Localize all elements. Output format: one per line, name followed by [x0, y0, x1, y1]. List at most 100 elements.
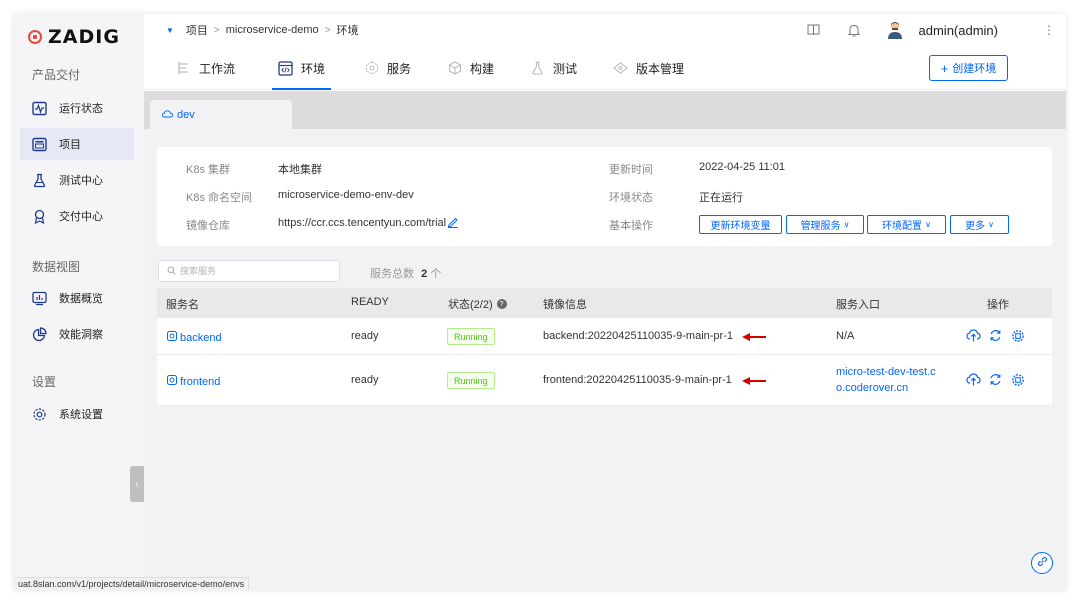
- config-gear-icon[interactable]: [1010, 328, 1025, 343]
- env-tab-dev[interactable]: dev: [150, 100, 292, 129]
- tab-build[interactable]: 构建: [447, 46, 494, 90]
- tab-environment[interactable]: 环境: [271, 46, 332, 90]
- top-right-actions: admin(admin) ⋮: [807, 14, 1066, 46]
- logo[interactable]: ZADIG: [28, 24, 120, 50]
- table-row: frontend ready Running frontend:20220425…: [157, 355, 1052, 406]
- tab-test[interactable]: 测试: [530, 46, 577, 90]
- namespace-label: K8s 命名空间: [186, 192, 253, 204]
- avatar[interactable]: [887, 21, 903, 39]
- sidebar-item-label: 测试中心: [59, 175, 103, 187]
- upgrade-icon[interactable]: [966, 372, 981, 387]
- user-name[interactable]: admin(admin): [919, 23, 998, 38]
- breadcrumb-root[interactable]: 项目: [186, 22, 208, 38]
- upgrade-icon[interactable]: [966, 328, 981, 343]
- service-count-label: 服务总数: [370, 268, 414, 280]
- entry-link[interactable]: micro-test-dev-test.c o.coderover.cn: [836, 364, 936, 396]
- breadcrumb-separator: >: [324, 24, 331, 36]
- status-badge: Running: [447, 328, 495, 345]
- tab-label: 环境: [301, 61, 326, 76]
- help-link-button[interactable]: [1031, 552, 1053, 574]
- sidebar-item-test-center[interactable]: 测试中心: [20, 164, 134, 196]
- sidebar-item-label: 项目: [59, 139, 81, 151]
- breadcrumb-project[interactable]: microservice-demo: [226, 24, 319, 36]
- tab-label: 测试: [553, 61, 578, 76]
- breadcrumb: 项目 > microservice-demo > 环境: [186, 22, 359, 38]
- env-tab-label: dev: [177, 108, 195, 121]
- red-arrow-icon: [742, 377, 766, 385]
- content-area: dev K8s 集群 本地集群 K8s 命名空间 microservice-de…: [144, 91, 1066, 590]
- search-input[interactable]: [180, 266, 330, 276]
- sidebar-item-project[interactable]: 项目: [20, 128, 134, 160]
- tab-service[interactable]: 服务: [364, 46, 411, 90]
- pie-icon: [32, 326, 47, 342]
- tab-version[interactable]: 版本管理: [613, 46, 684, 90]
- docs-icon[interactable]: [807, 23, 821, 37]
- header-entry: 服务入口: [836, 299, 880, 311]
- entry-value: N/A: [836, 330, 855, 342]
- chevron-down-icon: ∨: [843, 220, 850, 229]
- build-icon: [447, 61, 462, 76]
- sidebar-item-data-overview[interactable]: 数据概览: [20, 282, 134, 314]
- service-link-frontend[interactable]: frontend: [167, 375, 220, 388]
- more-vertical-icon[interactable]: ⋮: [1042, 23, 1056, 37]
- plus-icon: +: [940, 60, 949, 76]
- update-env-vars-button[interactable]: 更新环境变量: [699, 215, 782, 234]
- tab-label: 版本管理: [636, 61, 685, 76]
- status-badge: Running: [447, 372, 495, 389]
- env-config-button[interactable]: 环境配置 ∨: [867, 215, 946, 234]
- env-status-label: 环境状态: [609, 192, 653, 204]
- service-count-value: 2: [421, 268, 428, 280]
- sidebar-item-system-settings[interactable]: 系统设置: [20, 398, 134, 430]
- caret-down-icon[interactable]: ▼: [166, 26, 174, 35]
- updated-value: 2022-04-25 11:01: [699, 161, 786, 173]
- sidebar-item-delivery[interactable]: 交付中心: [20, 200, 134, 232]
- gear-icon: [32, 407, 47, 422]
- create-env-button[interactable]: + 创建环境: [929, 55, 1008, 81]
- sidebar-collapse-button[interactable]: ‹: [130, 466, 144, 502]
- restart-icon[interactable]: [988, 328, 1003, 343]
- ready-value: ready: [351, 330, 379, 342]
- basic-ops-label: 基本操作: [609, 220, 653, 232]
- header-ready: READY: [351, 296, 389, 308]
- env-icon: [278, 60, 293, 76]
- sidebar-item-label: 运行状态: [59, 103, 103, 115]
- env-status-value: 正在运行: [699, 192, 743, 204]
- button-label: 更多: [965, 221, 986, 232]
- chevron-left-icon: ‹: [135, 478, 139, 490]
- zadig-logo-icon: [28, 30, 42, 44]
- more-button[interactable]: 更多 ∨: [950, 215, 1009, 234]
- sidebar-section-settings: 设置: [32, 375, 57, 389]
- entry-line-1: micro-test-dev-test.c: [836, 366, 936, 378]
- edit-icon[interactable]: [447, 216, 459, 231]
- registry-value: https://ccr.ccs.tencentyun.com/trial: [278, 217, 447, 229]
- services-table: 服务名 READY 状态(2/2) ? 镜像信息 服务入口 操作 backend: [157, 288, 1052, 406]
- cluster-label: K8s 集群: [186, 164, 231, 176]
- status-bar-url: uat.8slan.com/v1/projects/detail/microse…: [14, 577, 250, 590]
- manage-services-button[interactable]: 管理服务 ∨: [786, 215, 864, 234]
- config-gear-icon[interactable]: [1010, 372, 1025, 387]
- image-value: frontend:20220425110035-9-main-pr-1: [543, 374, 732, 386]
- help-icon[interactable]: ?: [496, 299, 507, 309]
- sidebar-section-data: 数据视图: [32, 260, 81, 274]
- app-window: ZADIG 产品交付 运行状态 项目 测试中心 交付中心 数据视图 数据概览 效…: [14, 14, 1066, 590]
- tab-workflow[interactable]: 工作流: [176, 46, 235, 90]
- sidebar-item-insight[interactable]: 效能洞察: [20, 318, 134, 350]
- workflow-icon: [176, 61, 191, 76]
- search-box: [158, 260, 340, 282]
- flask-icon: [32, 173, 47, 188]
- service-icon: [167, 331, 177, 344]
- button-label: 管理服务: [800, 221, 841, 232]
- sidebar-item-status[interactable]: 运行状态: [20, 92, 134, 124]
- table-row: backend ready Running backend:2022042511…: [157, 318, 1052, 355]
- search-icon: [167, 264, 176, 278]
- entry-line-2: o.coderover.cn: [836, 382, 909, 394]
- ready-value: ready: [351, 374, 379, 386]
- create-env-label: 创建环境: [952, 63, 997, 75]
- env-info-card: K8s 集群 本地集群 K8s 命名空间 microservice-demo-e…: [157, 147, 1052, 246]
- header-ops: 操作: [987, 299, 1009, 311]
- sidebar-item-label: 效能洞察: [59, 329, 103, 341]
- bell-icon[interactable]: [847, 23, 861, 37]
- sidebar: ZADIG 产品交付 运行状态 项目 测试中心 交付中心 数据视图 数据概览 效…: [14, 14, 144, 590]
- restart-icon[interactable]: [988, 372, 1003, 387]
- service-link-backend[interactable]: backend: [167, 331, 222, 344]
